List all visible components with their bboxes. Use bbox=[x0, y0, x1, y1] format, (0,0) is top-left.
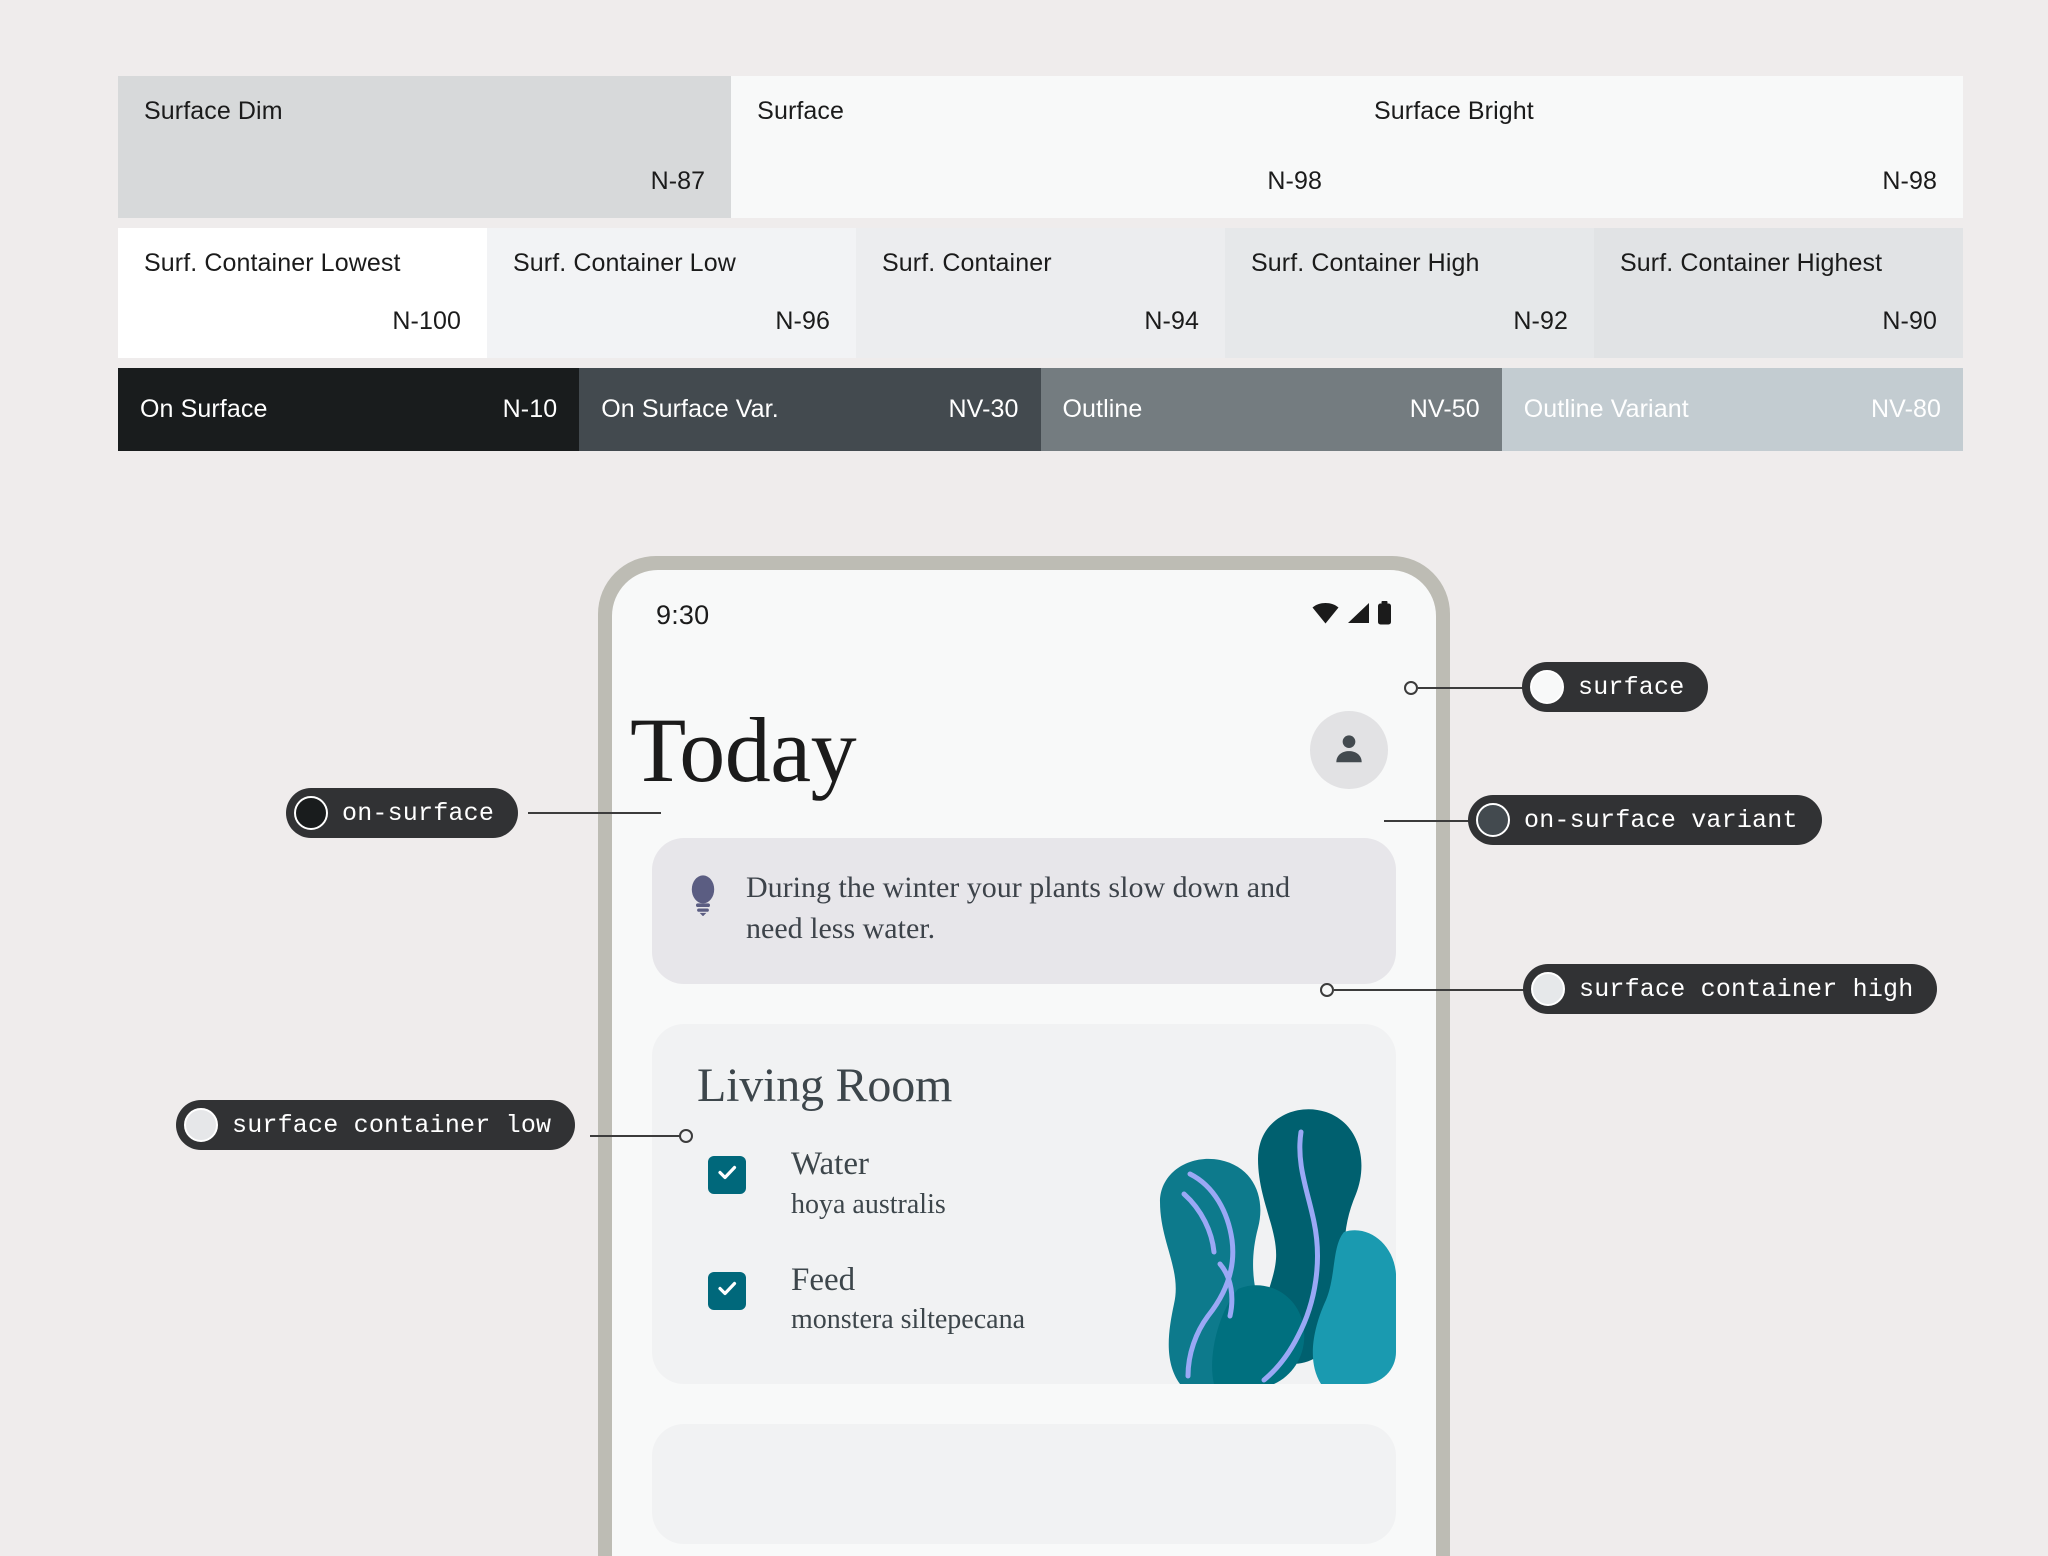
callout-pill-on-surface-variant[interactable]: on-surface variant bbox=[1468, 795, 1822, 845]
check-icon bbox=[715, 1160, 739, 1189]
room-card-title: Living Room bbox=[697, 1058, 953, 1112]
swatch-on-surface-variant[interactable]: On Surface Var. NV-30 bbox=[579, 368, 1041, 451]
swatch-on-surface[interactable]: On Surface N-10 bbox=[118, 368, 580, 451]
signal-icon bbox=[1346, 602, 1370, 629]
callout-pill-surface[interactable]: surface bbox=[1522, 662, 1709, 712]
swatch-tone: NV-80 bbox=[1871, 395, 1941, 423]
lightbulb-icon bbox=[686, 874, 720, 921]
swatch-tone: N-98 bbox=[1882, 167, 1937, 195]
swatch-tone: N-90 bbox=[1882, 307, 1937, 335]
surface-color-swatch-grid: Surface Dim N-87 Surface N-98 Surface Br… bbox=[118, 76, 1963, 451]
swatch-tone: NV-30 bbox=[948, 395, 1019, 423]
next-room-card-peek[interactable] bbox=[652, 1423, 1396, 1544]
swatch-row-containers: Surf. Container Lowest N-100 Surf. Conta… bbox=[118, 228, 1963, 358]
task-list: Water hoya australis Feed monstera silte… bbox=[652, 1146, 1396, 1338]
task-row[interactable]: Water hoya australis bbox=[708, 1146, 1396, 1222]
swatch-surface-dim[interactable]: Surface Dim N-87 bbox=[118, 76, 732, 218]
status-bar-icons bbox=[1312, 600, 1392, 630]
battery-icon bbox=[1377, 600, 1392, 630]
swatch-tone: N-94 bbox=[1144, 307, 1199, 335]
swatch-label: On Surface bbox=[140, 394, 268, 423]
task-row[interactable]: Feed monstera siltepecana bbox=[708, 1262, 1396, 1338]
room-card[interactable]: Living Room Water hoya australis Feed mo… bbox=[652, 1023, 1396, 1384]
task-checkbox[interactable] bbox=[708, 1271, 746, 1310]
swatch-outline[interactable]: Outline NV-50 bbox=[1040, 368, 1502, 451]
tip-text: During the winter your plants slow down … bbox=[746, 871, 1291, 945]
callout-label: surface bbox=[1578, 672, 1685, 702]
task-title: Feed bbox=[791, 1261, 856, 1298]
app-header: Today bbox=[612, 642, 1436, 796]
task-text-group: Water hoya australis bbox=[791, 1146, 946, 1222]
task-plant-name: hoya australis bbox=[791, 1188, 946, 1220]
color-dot bbox=[294, 796, 328, 830]
leader-line-surface bbox=[1418, 687, 1523, 689]
status-bar: 9:30 bbox=[612, 570, 1436, 642]
swatch-surface-container[interactable]: Surf. Container N-94 bbox=[856, 228, 1225, 358]
wifi-icon bbox=[1312, 602, 1339, 629]
callout-label: on-surface variant bbox=[1524, 805, 1798, 835]
check-icon bbox=[715, 1276, 739, 1305]
swatch-label: Surface Dim bbox=[144, 97, 283, 125]
callout-label: surface container high bbox=[1579, 974, 1914, 1004]
task-text-group: Feed monstera siltepecana bbox=[791, 1262, 1025, 1338]
swatch-label: Surface Bright bbox=[1374, 97, 1534, 125]
phone-mockup: 9:30 Today During the winter your plants… bbox=[598, 556, 1450, 1556]
color-dot bbox=[1476, 803, 1510, 837]
avatar[interactable] bbox=[1310, 711, 1388, 789]
swatch-tone: N-96 bbox=[775, 307, 830, 335]
swatch-row-on-surface: On Surface N-10 On Surface Var. NV-30 Ou… bbox=[118, 368, 1963, 451]
swatch-label: Surf. Container High bbox=[1251, 249, 1480, 277]
leader-line-on-surface-variant bbox=[1384, 820, 1469, 822]
callout-label: surface container low bbox=[232, 1110, 552, 1140]
swatch-tone: N-100 bbox=[392, 307, 461, 335]
swatch-label: Outline bbox=[1062, 394, 1143, 423]
swatch-label: On Surface Var. bbox=[601, 394, 779, 423]
swatch-tone: NV-50 bbox=[1409, 395, 1480, 423]
task-plant-name: monstera siltepecana bbox=[791, 1304, 1026, 1336]
swatch-outline-variant[interactable]: Outline Variant NV-80 bbox=[1501, 368, 1963, 451]
leader-line-on-surface bbox=[528, 812, 661, 814]
swatch-surface-bright[interactable]: Surface Bright N-98 bbox=[1348, 76, 1963, 218]
task-checkbox[interactable] bbox=[708, 1155, 746, 1194]
color-dot bbox=[1530, 670, 1564, 704]
phone-screen: 9:30 Today During the winter your plants… bbox=[612, 570, 1436, 1556]
leader-line-surface-container-high bbox=[1334, 989, 1524, 991]
page-title: Today bbox=[630, 699, 857, 801]
status-bar-time: 9:30 bbox=[656, 599, 710, 630]
swatch-surface-container-lowest[interactable]: Surf. Container Lowest N-100 bbox=[118, 228, 487, 358]
swatch-label: Outline Variant bbox=[1523, 394, 1689, 423]
swatch-tone: N-98 bbox=[1267, 167, 1322, 195]
leader-dot-surface bbox=[1404, 681, 1418, 695]
callout-pill-surface-container-high[interactable]: surface container high bbox=[1523, 964, 1938, 1014]
leader-line-surface-container-low bbox=[590, 1135, 680, 1137]
color-dot bbox=[1531, 972, 1565, 1006]
callout-label: on-surface bbox=[342, 798, 495, 828]
person-icon bbox=[1330, 729, 1368, 772]
swatch-surface-container-highest[interactable]: Surf. Container Highest N-90 bbox=[1594, 228, 1963, 358]
swatch-surface-container-low[interactable]: Surf. Container Low N-96 bbox=[487, 228, 856, 358]
swatch-tone: N-92 bbox=[1513, 307, 1568, 335]
swatch-label: Surf. Container Lowest bbox=[144, 249, 401, 277]
callout-pill-on-surface[interactable]: on-surface bbox=[286, 788, 519, 838]
task-title: Water bbox=[791, 1145, 869, 1182]
swatch-tone: N-87 bbox=[650, 167, 706, 195]
leader-dot-surface-container-low bbox=[679, 1129, 693, 1143]
swatch-surface[interactable]: Surface N-98 bbox=[731, 76, 1348, 218]
leader-dot-surface-container-high bbox=[1320, 983, 1334, 997]
swatch-surface-container-high[interactable]: Surf. Container High N-92 bbox=[1225, 228, 1594, 358]
swatch-label: Surf. Container bbox=[882, 249, 1052, 277]
swatch-label: Surf. Container Low bbox=[513, 249, 736, 277]
swatch-label: Surf. Container Highest bbox=[1620, 249, 1883, 277]
swatch-row-surfaces: Surface Dim N-87 Surface N-98 Surface Br… bbox=[118, 76, 1963, 218]
swatch-label: Surface bbox=[757, 97, 845, 125]
color-dot bbox=[184, 1108, 218, 1142]
swatch-tone: N-10 bbox=[502, 395, 558, 423]
callout-pill-surface-container-low[interactable]: surface container low bbox=[176, 1100, 576, 1150]
tip-card[interactable]: During the winter your plants slow down … bbox=[652, 838, 1396, 984]
